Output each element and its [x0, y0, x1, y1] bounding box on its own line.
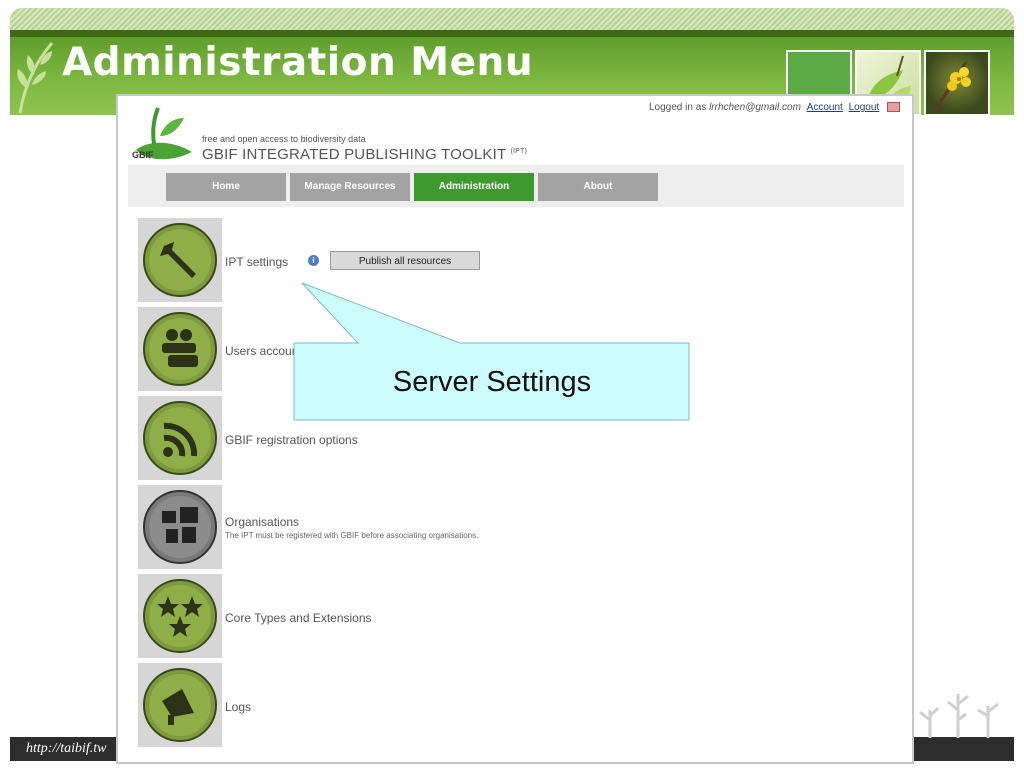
language-flag-icon[interactable] [887, 102, 900, 113]
tab-home[interactable]: Home [166, 173, 286, 201]
slide-title: Administration Menu [62, 40, 534, 85]
menu-item-core-types[interactable]: Core Types and Extensions [138, 574, 738, 658]
menu-item-label[interactable]: IPT settings [225, 255, 288, 269]
logged-in-label: Logged in as [649, 102, 707, 113]
menu-item-label[interactable]: GBIF registration options [225, 433, 358, 447]
menu-item-organisations[interactable]: Organisations The IPT must be registered… [138, 485, 738, 569]
callout-text: Server Settings [392, 366, 592, 398]
account-link[interactable]: Account [807, 102, 843, 113]
gbif-logo[interactable]: GBIF [128, 100, 198, 162]
yellow-flowers-photo-image [924, 50, 990, 116]
leaf-decoration-icon [17, 42, 54, 114]
tab-administration[interactable]: Administration [414, 173, 534, 201]
tab-about[interactable]: About [538, 173, 658, 201]
menu-item-note: The IPT must be registered with GBIF bef… [225, 531, 479, 540]
info-icon[interactable]: i [308, 255, 319, 266]
plants-decoration-icon [919, 694, 999, 738]
app-title-sup: (IPT) [510, 148, 528, 155]
publish-all-resources-button[interactable]: Publish all resources [330, 251, 480, 270]
gbif-logo-text: GBIF [132, 150, 154, 160]
main-nav: Home Manage Resources Administration Abo… [128, 165, 904, 207]
user-email: lrrhchen@gmail.com [709, 102, 801, 113]
slide-top-rule [10, 30, 1014, 37]
menu-item-label[interactable]: Organisations [225, 515, 299, 529]
app-title-text: GBIF INTEGRATED PUBLISHING TOOLKIT [202, 146, 507, 163]
footer-url: http://taibif.tw [26, 741, 107, 756]
megaphone-icon[interactable] [138, 663, 222, 747]
menu-item-ipt-settings[interactable]: IPT settings i Publish all resources [138, 218, 738, 302]
app-title: GBIF INTEGRATED PUBLISHING TOOLKIT (IPT) [202, 146, 527, 163]
menu-item-logs[interactable]: Logs [138, 663, 738, 747]
tab-manage-resources[interactable]: Manage Resources [290, 173, 410, 201]
logout-link[interactable]: Logout [849, 102, 880, 113]
ipt-screenshot: Logged in as lrrhchen@gmail.com Account … [116, 94, 914, 764]
rss-icon[interactable] [138, 396, 222, 480]
tagline: free and open access to biodiversity dat… [202, 134, 366, 144]
stars-icon[interactable] [138, 574, 222, 658]
menu-item-label[interactable]: Core Types and Extensions [225, 611, 372, 625]
wrench-icon[interactable] [138, 218, 222, 302]
menu-item-label[interactable]: Logs [225, 700, 251, 714]
users-icon[interactable] [138, 307, 222, 391]
login-status: Logged in as lrrhchen@gmail.com Account … [649, 102, 900, 113]
organisations-icon[interactable] [138, 485, 222, 569]
slide-top-band [10, 8, 1014, 30]
